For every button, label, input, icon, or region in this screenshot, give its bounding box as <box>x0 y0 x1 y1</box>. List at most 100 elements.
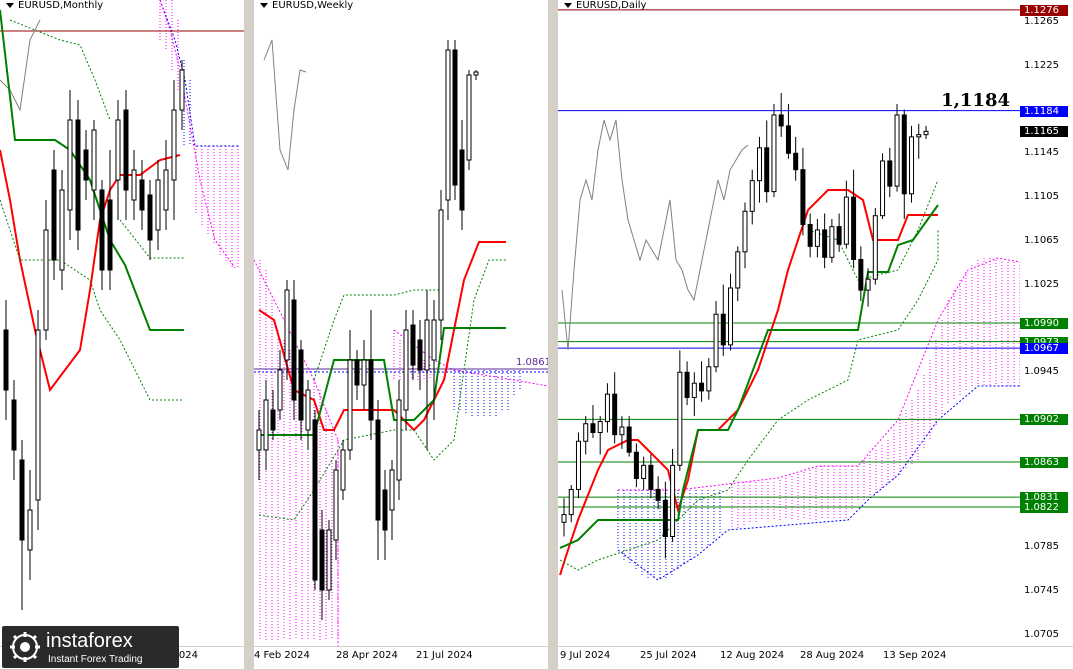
candle <box>749 169 755 225</box>
daily-cloud-magenta <box>731 258 1020 530</box>
daily-xtick-2: 12 Aug 2024 <box>720 650 785 661</box>
weekly-chart-panel[interactable]: EURUSD,Weekly 1.0861 <box>254 0 548 646</box>
candle <box>561 498 567 537</box>
candle <box>756 136 762 203</box>
daily-ytick: 1.1065 <box>1024 234 1059 246</box>
weekly-chart-svg <box>254 39 548 646</box>
daily-xtick-3: 28 Aug 2024 <box>800 650 865 661</box>
candle <box>901 109 907 219</box>
instaforex-logo-icon <box>10 632 40 662</box>
daily-ytick: 1.1025 <box>1024 278 1059 290</box>
candle <box>691 372 697 417</box>
candle <box>670 448 676 542</box>
daily-title: EURUSD,Daily <box>564 0 646 11</box>
weekly-xaxis: 4 Feb 2024 28 Apr 2024 21 Jul 2024 <box>254 647 548 669</box>
daily-kijun <box>559 204 939 549</box>
monthly-dashed-green-top <box>9 19 111 121</box>
daily-level-tag: 1.0967 <box>1020 343 1068 355</box>
daily-ytick: 1.0705 <box>1024 629 1059 641</box>
monthly-chart-panel[interactable]: EURUSD,Monthly <box>0 0 244 646</box>
weekly-level-label: 1.0861 <box>516 357 548 368</box>
candle <box>880 153 886 219</box>
weekly-cloud-blue <box>453 370 521 416</box>
monthly-chart-svg <box>0 0 244 610</box>
candle <box>583 416 589 455</box>
daily-ytick: 1.0745 <box>1024 585 1059 597</box>
candle <box>771 104 777 198</box>
candle <box>575 432 581 499</box>
candle <box>568 485 574 523</box>
weekly-title: EURUSD,Weekly <box>260 0 353 11</box>
candle <box>742 202 748 269</box>
candle <box>590 405 596 438</box>
daily-candles <box>561 93 929 559</box>
candle <box>597 416 603 455</box>
candle <box>793 136 799 181</box>
candle <box>662 481 668 559</box>
monthly-senkou-b <box>159 0 236 269</box>
candle <box>778 93 784 137</box>
candle <box>807 213 813 258</box>
weekly-xtick-2: 21 Jul 2024 <box>416 650 473 661</box>
candle <box>785 104 791 159</box>
candle <box>677 350 683 471</box>
candle <box>604 383 610 433</box>
daily-ytick: 1.1265 <box>1024 15 1059 27</box>
candle <box>713 301 719 373</box>
candle <box>633 443 639 488</box>
weekly-chikou <box>263 39 307 171</box>
candle <box>764 120 770 203</box>
candle <box>814 218 820 258</box>
candle <box>706 358 712 400</box>
candle <box>728 273 734 351</box>
candle <box>858 246 864 302</box>
candle <box>626 416 632 457</box>
candle <box>655 476 661 510</box>
monthly-candles <box>3 60 185 610</box>
candle <box>887 147 893 198</box>
daily-ytick: 1.0785 <box>1024 541 1059 553</box>
daily-level-tag: 1.0863 <box>1020 457 1068 469</box>
candle <box>800 147 806 236</box>
candle <box>829 218 835 263</box>
daily-ytick: 1.1145 <box>1024 147 1059 159</box>
daily-xtick-0: 9 Jul 2024 <box>560 650 611 661</box>
candle <box>916 123 922 159</box>
daily-level-tag: 1.1165 <box>1020 126 1068 138</box>
daily-level-tag: 1.1276 <box>1020 4 1068 16</box>
candle <box>684 361 690 406</box>
monthly-tenkan <box>0 149 181 393</box>
daily-level-tag: 1.0990 <box>1020 318 1068 329</box>
weekly-xtick-0: 4 Feb 2024 <box>254 650 310 661</box>
candle <box>872 208 878 285</box>
daily-level-tag: 1.0902 <box>1020 414 1068 426</box>
candle <box>648 454 654 499</box>
candle <box>923 125 929 140</box>
candle <box>612 372 618 444</box>
daily-chart-panel[interactable]: EURUSD,Daily 1,1184 <box>558 0 1020 646</box>
highlight-price-label: 1,1184 <box>941 90 1010 111</box>
daily-chikou <box>561 119 749 351</box>
candle <box>699 361 705 402</box>
candle <box>894 104 900 192</box>
daily-ytick: 1.0945 <box>1024 366 1059 378</box>
logo-tagline: Instant Forex Trading <box>48 654 143 665</box>
candle <box>641 456 647 490</box>
candle <box>851 169 857 269</box>
daily-xtick-1: 25 Jul 2024 <box>640 650 697 661</box>
logo-brand: instaforex <box>46 630 133 652</box>
monthly-cloud-blue <box>183 60 191 146</box>
candle <box>822 213 828 269</box>
monthly-title: EURUSD,Monthly <box>6 0 103 11</box>
daily-xtick-4: 13 Sep 2024 <box>883 650 947 661</box>
daily-ytick: 1.1105 <box>1024 191 1059 203</box>
daily-ytick: 1.1225 <box>1024 59 1059 71</box>
candle <box>836 213 842 252</box>
candle <box>720 284 726 356</box>
daily-price-axis: 1.1265 1.1225 1.1145 1.1105 1.1065 1.1025 1.09… <box>1020 0 1073 646</box>
daily-cloud-blue <box>617 490 721 580</box>
weekly-xtick-1: 28 Apr 2024 <box>336 650 398 661</box>
daily-level-tag: 1.1184 <box>1020 105 1068 117</box>
instaforex-logo: instaforex Instant Forex Trading <box>2 626 179 668</box>
candle <box>909 125 915 203</box>
